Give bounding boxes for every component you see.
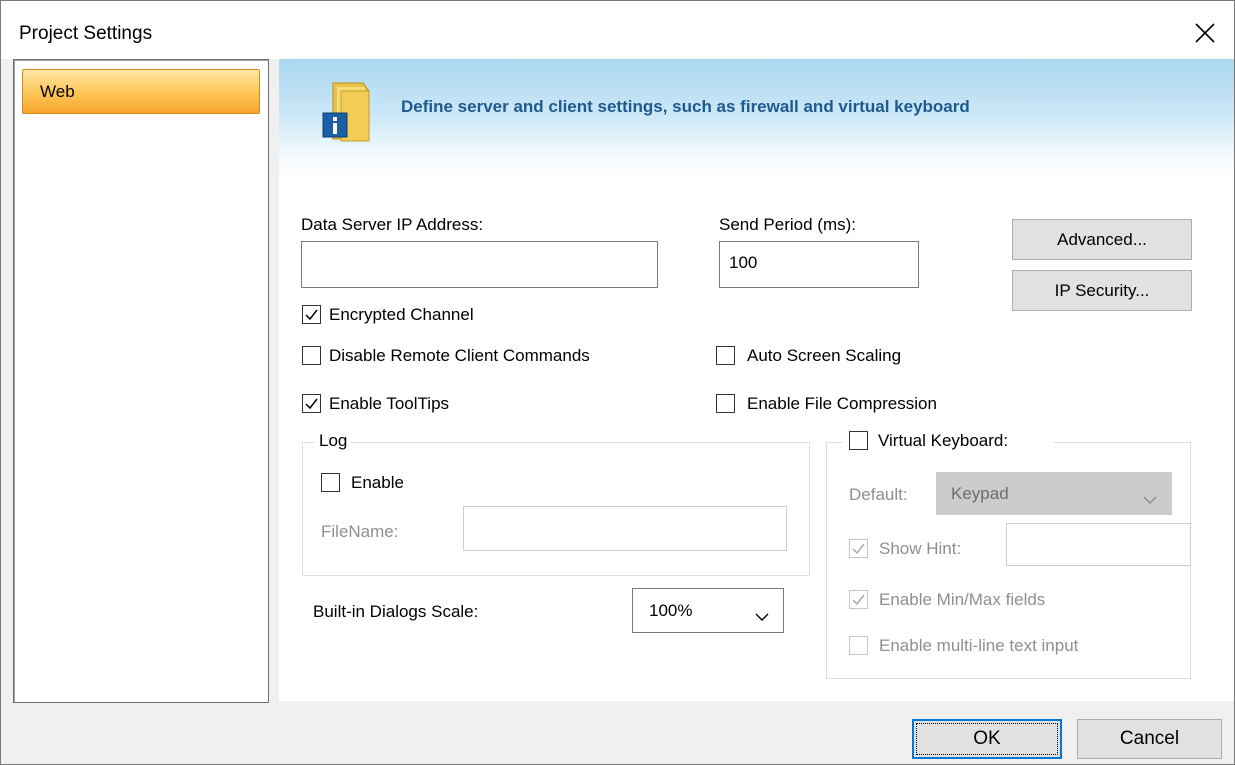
window-title: Project Settings (19, 23, 153, 44)
default-keyboard-value: Keypad (951, 484, 1009, 503)
focus-rect (916, 723, 1058, 755)
title-bar: Project Settings (1, 1, 1234, 59)
header-banner: Define server and client settings, such … (279, 59, 1234, 179)
data-server-ip-label: Data Server IP Address: (301, 215, 484, 234)
settings-panel: Define server and client settings, such … (279, 59, 1234, 701)
auto-screen-scaling-label: Auto Screen Scaling (747, 346, 902, 365)
default-keyboard-select[interactable]: Keypad (936, 472, 1172, 515)
filename-label: FileName: (321, 522, 399, 541)
project-settings-dialog: Project Settings Web Define server and c… (0, 0, 1235, 765)
dialogs-scale-value: 100% (649, 601, 693, 620)
enable-tooltips-checkbox[interactable] (302, 394, 321, 413)
send-period-label: Send Period (ms): (719, 215, 856, 234)
dialogs-scale-select[interactable]: 100% (632, 588, 784, 633)
auto-screen-scaling-checkbox[interactable] (716, 346, 735, 365)
log-group-title: Log (315, 431, 352, 451)
log-enable-label: Enable (351, 473, 404, 492)
virtual-keyboard-checkbox[interactable] (849, 431, 868, 450)
disable-remote-commands-checkbox[interactable] (302, 346, 321, 365)
enable-min-max-checkbox[interactable] (849, 590, 868, 609)
sidebar: Web (13, 59, 269, 703)
cancel-button[interactable]: Cancel (1077, 719, 1222, 759)
enable-min-max-label: Enable Min/Max fields (879, 590, 1046, 609)
ip-security-button[interactable]: IP Security... (1012, 270, 1192, 311)
enable-file-compression-checkbox[interactable] (716, 394, 735, 413)
dialogs-scale-label: Built-in Dialogs Scale: (313, 602, 479, 621)
log-enable-checkbox[interactable] (321, 473, 340, 492)
show-hint-checkbox[interactable] (849, 539, 868, 558)
sidebar-item-web[interactable]: Web (22, 69, 260, 114)
banner-description: Define server and client settings, such … (401, 97, 970, 116)
show-hint-input[interactable] (1006, 523, 1191, 566)
encrypted-channel-checkbox[interactable] (302, 305, 321, 324)
default-label: Default: (849, 485, 908, 504)
send-period-input[interactable]: 100 (719, 241, 919, 288)
folder-info-icon (315, 77, 385, 147)
disable-remote-commands-label: Disable Remote Client Commands (329, 346, 590, 365)
enable-multiline-label: Enable multi-line text input (879, 636, 1079, 655)
ok-button[interactable]: OK (912, 719, 1062, 759)
virtual-keyboard-label: Virtual Keyboard: (878, 431, 1009, 450)
enable-file-compression-label: Enable File Compression (747, 394, 937, 413)
close-icon[interactable] (1191, 19, 1219, 47)
advanced-button[interactable]: Advanced... (1012, 219, 1192, 260)
sidebar-item-label: Web (40, 82, 75, 101)
enable-tooltips-label: Enable ToolTips (329, 394, 450, 413)
encrypted-channel-label: Encrypted Channel (329, 305, 474, 324)
show-hint-label: Show Hint: (879, 539, 962, 558)
data-server-ip-input[interactable] (301, 241, 658, 288)
filename-input[interactable] (463, 506, 787, 551)
chevron-down-icon (755, 607, 769, 627)
chevron-down-icon (1143, 490, 1157, 510)
enable-multiline-checkbox[interactable] (849, 636, 868, 655)
